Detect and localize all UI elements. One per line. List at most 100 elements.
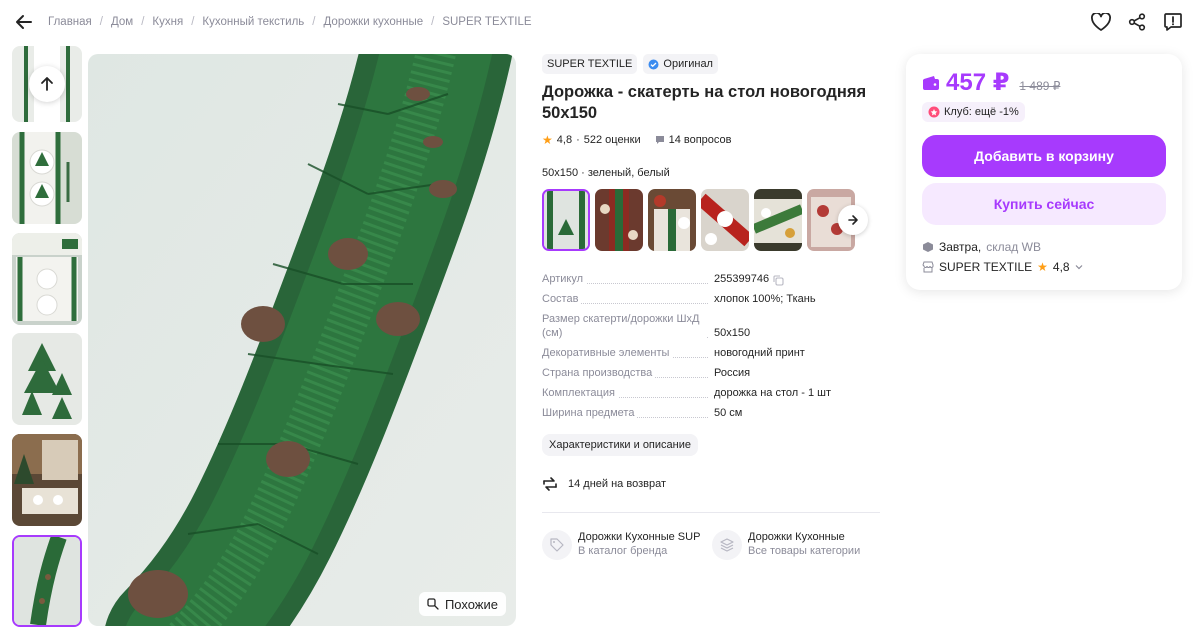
breadcrumb-item[interactable]: Кухня — [152, 16, 183, 28]
thumbnail[interactable] — [12, 434, 82, 526]
club-icon — [928, 106, 940, 118]
spec-row: Размер скатерти/дорожки ШхД (см) 50x150 — [542, 312, 868, 340]
specs-table: Артикул 255399746 Состав хлопок 100%; Тк… — [542, 272, 868, 420]
spec-key: Артикул — [542, 272, 587, 286]
link-title: Дорожки Кухонные SUPER TEXTILE — [578, 531, 700, 543]
variant-option[interactable] — [754, 189, 802, 251]
star-icon: ★ — [1037, 260, 1048, 274]
star-icon: ★ — [542, 133, 553, 147]
original-badge: Оригинал — [643, 54, 718, 74]
spec-key: Комплектация — [542, 386, 618, 400]
seller-rating: 4,8 — [1052, 260, 1070, 274]
thumbnail[interactable] — [12, 333, 82, 425]
category-link[interactable]: Дорожки Кухонные Все товары категории — [712, 530, 872, 560]
brand-catalog-link[interactable]: Дорожки Кухонные SUPER TEXTILE В каталог… — [542, 530, 702, 560]
questions-count[interactable]: 14 вопросов — [669, 134, 732, 146]
catalog-links: Дорожки Кухонные SUPER TEXTILE В каталог… — [542, 530, 882, 560]
thumbnail[interactable] — [12, 233, 82, 325]
back-arrow-icon[interactable] — [12, 10, 36, 34]
buy-now-button[interactable]: Купить сейчас — [922, 183, 1166, 225]
link-subtitle: В каталог бренда — [578, 545, 668, 557]
box-icon — [923, 242, 933, 252]
shop-icon — [922, 261, 934, 273]
wallet-icon — [923, 75, 939, 90]
spec-value: хлопок 100%; Ткань — [714, 293, 816, 305]
old-price: 1 489 ₽ — [1019, 78, 1061, 93]
spec-row: Декоративные элементы новогодний принт — [542, 346, 868, 360]
product-title: Дорожка - скатерть на стол новогодняя 50… — [542, 83, 867, 122]
breadcrumb-item[interactable]: Дом — [111, 16, 133, 28]
tag-icon — [542, 530, 572, 560]
thumbnail-selected[interactable] — [12, 535, 82, 627]
spec-value: 50 см — [714, 407, 743, 419]
spec-key: Состав — [542, 292, 582, 306]
divider — [542, 512, 880, 513]
chevron-right-icon[interactable] — [838, 205, 868, 235]
spec-value: Россия — [714, 367, 751, 379]
variant-option[interactable] — [701, 189, 749, 251]
heart-icon[interactable] — [1090, 11, 1112, 33]
add-to-cart-button[interactable]: Добавить в корзину — [922, 135, 1166, 177]
delivery-info: Завтра, склад WB — [922, 240, 1041, 254]
spec-row: Комплектация дорожка на стол - 1 шт — [542, 386, 868, 400]
breadcrumb-item[interactable]: Главная — [48, 16, 92, 28]
similar-label: Похожие — [444, 596, 498, 612]
link-subtitle: Все товары категории — [748, 545, 861, 557]
spec-value: 50x150 — [714, 327, 751, 339]
report-icon[interactable] — [1162, 11, 1184, 33]
top-actions — [1090, 11, 1184, 33]
price-card: 457 ₽ 1 489 ₽ Клуб: ещё -1% Добавить в к… — [906, 54, 1182, 290]
breadcrumb-item[interactable]: Кухонный текстиль — [202, 16, 304, 28]
thumbnail[interactable] — [12, 132, 82, 224]
variant-option[interactable] — [595, 189, 643, 251]
question-icon — [655, 136, 664, 144]
variant-option-selected[interactable] — [542, 189, 590, 251]
club-badge[interactable]: Клуб: ещё -1% — [922, 102, 1025, 122]
price-row: 457 ₽ 1 489 ₽ — [922, 68, 1060, 97]
seller-info[interactable]: SUPER TEXTILE ★ 4,8 — [922, 260, 1083, 274]
spec-key: Ширина предмета — [542, 406, 638, 420]
link-title: Дорожки Кухонные — [748, 531, 845, 543]
reviews-count[interactable]: 522 оценки — [584, 134, 641, 146]
variant-picker — [542, 189, 868, 251]
warehouse: склад WB — [986, 240, 1041, 254]
variant-label: 50x150 · зеленый, белый — [542, 167, 670, 179]
chevron-down-icon — [1075, 265, 1083, 270]
breadcrumb-item[interactable]: Дорожки кухонные — [324, 16, 424, 28]
main-product-image[interactable]: Похожие — [88, 54, 516, 626]
share-icon[interactable] — [1126, 11, 1148, 33]
delivery-day: Завтра, — [939, 240, 982, 254]
return-arrows-icon — [543, 477, 557, 491]
scroll-up-arrow-icon[interactable] — [29, 66, 65, 102]
spec-row: Состав хлопок 100%; Ткань — [542, 292, 868, 306]
product-info: SUPER TEXTILE Оригинал Дорожка - скатерт… — [542, 54, 882, 560]
badges: SUPER TEXTILE Оригинал — [542, 54, 882, 74]
spec-value: дорожка на стол - 1 шт — [714, 387, 832, 399]
price: 457 ₽ — [946, 69, 1010, 96]
similar-search-icon — [427, 598, 439, 610]
top-bar: Главная / Дом / Кухня / Кухонный текстиль / … — [0, 0, 1200, 46]
spec-row: Страна производства Россия — [542, 366, 868, 380]
returns-label: 14 дней на возврат — [568, 478, 666, 490]
rating-value[interactable]: 4,8 — [557, 134, 572, 146]
breadcrumb-item[interactable]: SUPER TEXTILE — [442, 16, 531, 28]
description-chip[interactable]: Характеристики и описание — [542, 434, 698, 456]
spec-key: Декоративные элементы — [542, 346, 673, 360]
spec-value: 255399746 — [714, 273, 770, 285]
spec-row: Ширина предмета 50 см — [542, 406, 868, 420]
returns-info[interactable]: 14 дней на возврат — [542, 476, 882, 492]
verified-check-icon — [648, 59, 659, 69]
seller-name: SUPER TEXTILE — [939, 260, 1033, 274]
similar-button[interactable]: Похожие — [418, 592, 506, 616]
copy-icon[interactable] — [773, 275, 784, 286]
spec-key: Страна производства — [542, 366, 656, 380]
spec-row: Артикул 255399746 — [542, 272, 868, 286]
club-label: Клуб: ещё -1% — [944, 106, 1019, 118]
brand-badge[interactable]: SUPER TEXTILE — [542, 54, 638, 74]
breadcrumb: Главная / Дом / Кухня / Кухонный текстиль / … — [48, 16, 532, 28]
product-meta: ★ 4,8 · 522 оценки 14 вопросов — [542, 133, 732, 147]
spec-value: новогодний принт — [714, 347, 805, 359]
layers-icon — [712, 530, 742, 560]
spec-key: Размер скатерти/дорожки ШхД (см) — [542, 312, 706, 340]
variant-option[interactable] — [648, 189, 696, 251]
